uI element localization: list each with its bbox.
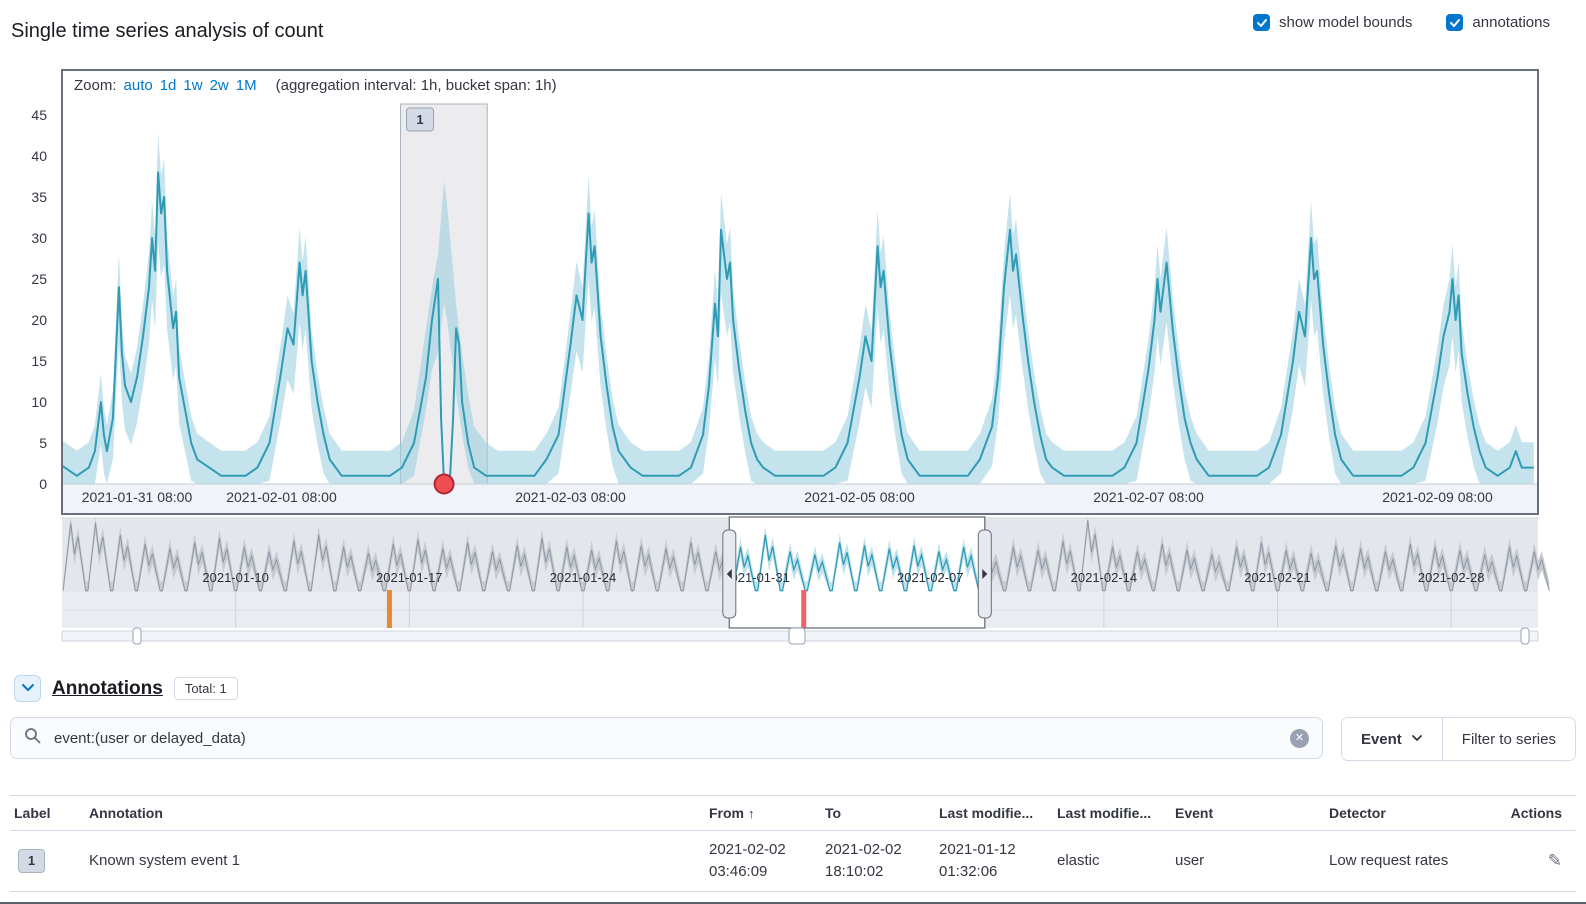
aggregation-note: (aggregation interval: 1h, bucket span: … (276, 77, 557, 94)
svg-text:2021-01-24: 2021-01-24 (550, 570, 617, 585)
col-label[interactable]: Label (10, 796, 85, 831)
search-icon (24, 727, 41, 749)
svg-text:2021-02-21: 2021-02-21 (1244, 570, 1311, 585)
svg-text:30: 30 (31, 230, 47, 246)
zoom-1d-link[interactable]: 1d (160, 77, 177, 94)
filter-to-series-button[interactable]: Filter to series (1442, 718, 1575, 760)
annotation-modified-cell: 2021-01-1201:32:06 (935, 831, 1053, 892)
chevron-down-icon (1411, 731, 1423, 748)
event-filter-dropdown[interactable]: Event (1342, 718, 1442, 760)
col-annotation[interactable]: Annotation (85, 796, 705, 831)
annotation-marker[interactable] (801, 590, 806, 628)
svg-text:2021-02-14: 2021-02-14 (1071, 570, 1138, 585)
annotations-checkbox[interactable]: annotations (1446, 14, 1550, 31)
single-metric-viewer-chart: 1 45 40 35 30 25 20 15 10 5 0 2021-01-31 08:00 202… (0, 60, 1586, 645)
zoom-label: Zoom: (74, 77, 117, 94)
chart-scrollbar (62, 628, 1538, 644)
col-detector[interactable]: Detector (1325, 796, 1492, 831)
annotation-text-cell: Known system event 1 (85, 831, 705, 892)
close-icon: ✕ (1295, 733, 1304, 744)
annotation-row[interactable]: 1 Known system event 1 2021-02-0203:46:0… (10, 831, 1576, 892)
edit-annotation-icon[interactable]: ✎ (1548, 851, 1562, 870)
checkbox-checked-icon[interactable] (1253, 14, 1270, 31)
annotations-toolbar: ✕ Event Filter to series (10, 717, 1576, 761)
annotations-total-badge: Total: 1 (174, 677, 238, 700)
annotation-marker[interactable] (387, 590, 392, 628)
svg-text:2021-02-03 08:00: 2021-02-03 08:00 (515, 489, 626, 505)
svg-text:40: 40 (31, 148, 47, 164)
svg-text:2021-02-28: 2021-02-28 (1418, 570, 1485, 585)
single-metric-viewer-page: Single time series analysis of count sho… (0, 0, 1586, 904)
svg-text:2021-02-07 08:00: 2021-02-07 08:00 (1093, 489, 1204, 505)
svg-text:2021-01-17: 2021-01-17 (376, 570, 443, 585)
zoom-2w-link[interactable]: 2w (210, 77, 229, 94)
svg-text:45: 45 (31, 107, 47, 123)
chart-option-checkboxes: show model bounds annotations (1253, 14, 1550, 31)
zoom-1w-link[interactable]: 1w (183, 77, 202, 94)
svg-text:2021-02-09 08:00: 2021-02-09 08:00 (1382, 489, 1493, 505)
annotations-section-header: Annotations Total: 1 (14, 675, 1586, 702)
annotations-search-input[interactable] (52, 729, 1279, 748)
page-title: Single time series analysis of count (11, 20, 323, 43)
chart-area: Zoom: auto 1d 1w 2w 1M (aggregation inte… (0, 60, 1586, 645)
col-to[interactable]: To (821, 796, 935, 831)
svg-text:25: 25 (31, 271, 47, 287)
svg-text:20: 20 (31, 312, 47, 328)
annotation-from-cell: 2021-02-0203:46:09 (705, 831, 821, 892)
svg-text:2021-01-31 08:00: 2021-01-31 08:00 (82, 489, 193, 505)
annotations-filter-group: Event Filter to series (1341, 717, 1576, 761)
y-axis-labels: 45 40 35 30 25 20 15 10 5 0 (31, 107, 47, 492)
svg-text:2021-02-01 08:00: 2021-02-01 08:00 (226, 489, 337, 505)
anomaly-marker[interactable] (435, 475, 454, 494)
chevron-down-icon (21, 680, 35, 697)
svg-text:1: 1 (416, 112, 423, 127)
annotation-label-badge: 1 (18, 849, 45, 873)
col-from[interactable]: From↑ (705, 796, 821, 831)
col-event[interactable]: Event (1171, 796, 1325, 831)
col-last-modified-date[interactable]: Last modifie... (935, 796, 1053, 831)
col-last-modified-by[interactable]: Last modifie... (1053, 796, 1171, 831)
svg-text:35: 35 (31, 189, 47, 205)
show-model-bounds-checkbox[interactable]: show model bounds (1253, 14, 1412, 31)
svg-text:0: 0 (39, 476, 47, 492)
svg-text:2021-02-05 08:00: 2021-02-05 08:00 (804, 489, 915, 505)
clear-search-button[interactable]: ✕ (1290, 729, 1309, 748)
annotations-search-box[interactable]: ✕ (10, 717, 1323, 759)
svg-text:5: 5 (39, 435, 47, 451)
annotation-detector-cell: Low request rates (1325, 831, 1492, 892)
zoom-1M-link[interactable]: 1M (236, 77, 257, 94)
show-model-bounds-label: show model bounds (1279, 14, 1412, 31)
svg-text:2021-02-07: 2021-02-07 (897, 570, 964, 585)
checkbox-checked-icon[interactable] (1446, 14, 1463, 31)
zoom-controls: Zoom: auto 1d 1w 2w 1M (aggregation inte… (74, 77, 557, 94)
annotation-actions-cell: ✎ (1492, 831, 1576, 892)
table-header-row: Label Annotation From↑ To Last modifie..… (10, 796, 1576, 831)
scrollbar-left-handle[interactable] (133, 628, 141, 644)
sort-ascending-icon: ↑ (748, 806, 755, 821)
svg-text:2021-01-10: 2021-01-10 (202, 570, 269, 585)
annotations-label: annotations (1472, 14, 1550, 31)
annotation-label-cell: 1 (10, 831, 85, 892)
annotations-accordion-toggle[interactable] (14, 675, 41, 702)
annotation-event-cell: user (1171, 831, 1325, 892)
annotation-modified-by-cell: elastic (1053, 831, 1171, 892)
svg-text:15: 15 (31, 353, 47, 369)
col-actions: Actions (1492, 796, 1576, 831)
svg-text:10: 10 (31, 394, 47, 410)
scrollbar-right-handle[interactable] (1521, 628, 1529, 644)
annotations-table: Label Annotation From↑ To Last modifie..… (10, 795, 1576, 892)
annotation-to-cell: 2021-02-0218:10:02 (821, 831, 935, 892)
zoom-auto-link[interactable]: auto (124, 77, 153, 94)
annotations-section-title[interactable]: Annotations (52, 678, 163, 700)
scrollbar-thumb[interactable] (789, 628, 805, 644)
topbar: Single time series analysis of count sho… (0, 0, 1586, 60)
